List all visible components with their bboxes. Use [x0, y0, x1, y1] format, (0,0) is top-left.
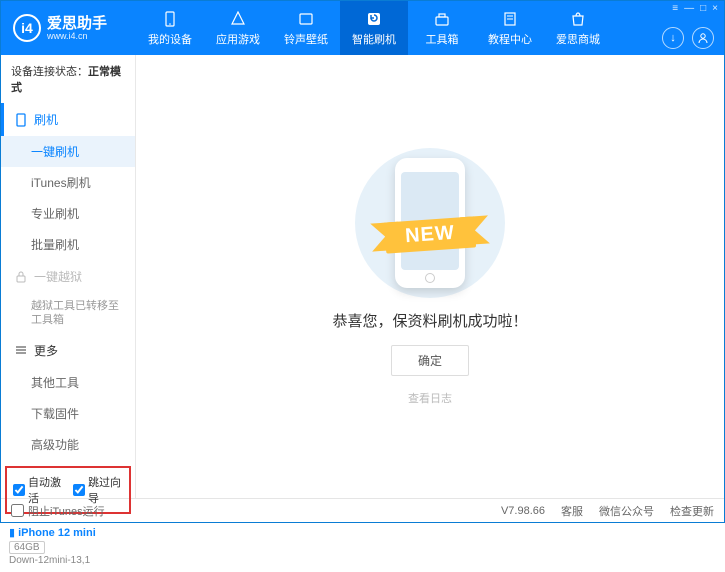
sidebar-item-download-firmware[interactable]: 下载固件 — [1, 398, 135, 429]
close-icon[interactable]: × — [712, 3, 718, 14]
nav-my-device[interactable]: 我的设备 — [136, 1, 204, 55]
wallpaper-icon — [297, 10, 315, 28]
ok-button[interactable]: 确定 — [391, 345, 469, 376]
nav-apps[interactable]: 应用游戏 — [204, 1, 272, 55]
sidebar-group-more[interactable]: 更多 — [1, 334, 135, 367]
book-icon — [501, 10, 519, 28]
titlebar: i4 爱思助手 www.i4.cn 我的设备 应用游戏 铃声壁纸 智能刷机 工具… — [1, 1, 724, 55]
checkbox-auto-activate[interactable]: 自动激活 — [13, 474, 63, 506]
nav-toolbox[interactable]: 工具箱 — [408, 1, 476, 55]
nav-smart-flash[interactable]: 智能刷机 — [340, 1, 408, 55]
app-url: www.i4.cn — [47, 31, 107, 41]
sidebar: 设备连接状态：正常模式 刷机 一键刷机 iTunes刷机 专业刷机 批量刷机 一… — [1, 55, 136, 498]
device-icon: ▮ — [9, 527, 15, 539]
maximize-icon[interactable]: □ — [700, 3, 706, 14]
toolbox-icon — [433, 10, 451, 28]
checkbox-block-itunes[interactable]: 阻止iTunes运行 — [11, 503, 105, 519]
device-icon — [161, 10, 179, 28]
connection-status: 设备连接状态：正常模式 — [1, 55, 135, 103]
flash-icon — [365, 10, 383, 28]
app-logo: i4 爱思助手 www.i4.cn — [1, 14, 136, 42]
jailbreak-note: 越狱工具已转移至 工具箱 — [1, 293, 135, 334]
nav-tutorials[interactable]: 教程中心 — [476, 1, 544, 55]
more-icon — [14, 343, 28, 357]
success-message: 恭喜您，保资料刷机成功啦！ — [332, 310, 527, 331]
device-name: iPhone 12 mini — [18, 527, 96, 539]
sidebar-item-one-click-flash[interactable]: 一键刷机 — [1, 136, 135, 167]
logo-icon: i4 — [13, 14, 41, 42]
checkbox-skip-guide[interactable]: 跳过向导 — [73, 474, 123, 506]
sidebar-group-jailbreak[interactable]: 一键越狱 — [1, 260, 135, 293]
nav-ringtones[interactable]: 铃声壁纸 — [272, 1, 340, 55]
version-label: V7.98.66 — [501, 505, 545, 517]
view-log-link[interactable]: 查看日志 — [408, 390, 452, 406]
apps-icon — [229, 10, 247, 28]
success-illustration: NEW — [355, 148, 505, 298]
device-info[interactable]: ▮ iPhone 12 mini 64GB Down-12mini-13,1 — [1, 520, 135, 572]
support-link[interactable]: 客服 — [561, 503, 583, 519]
device-storage: 64GB — [9, 541, 45, 554]
minimize-icon[interactable]: — — [684, 3, 694, 14]
download-button[interactable]: ↓ — [662, 27, 684, 49]
sidebar-item-advanced[interactable]: 高级功能 — [1, 429, 135, 460]
window-controls: ≡ — □ × — [672, 3, 718, 14]
sidebar-group-flash[interactable]: 刷机 — [1, 103, 135, 136]
settings-icon[interactable]: ≡ — [672, 3, 678, 14]
sidebar-item-itunes-flash[interactable]: iTunes刷机 — [1, 167, 135, 198]
sidebar-item-other-tools[interactable]: 其他工具 — [1, 367, 135, 398]
sidebar-item-pro-flash[interactable]: 专业刷机 — [1, 198, 135, 229]
main-panel: NEW 恭喜您，保资料刷机成功啦！ 确定 查看日志 — [136, 55, 724, 498]
new-ribbon: NEW — [384, 216, 476, 253]
store-icon — [569, 10, 587, 28]
user-button[interactable] — [692, 27, 714, 49]
sidebar-item-batch-flash[interactable]: 批量刷机 — [1, 229, 135, 260]
app-name: 爱思助手 — [47, 16, 107, 31]
top-nav: 我的设备 应用游戏 铃声壁纸 智能刷机 工具箱 教程中心 爱思商城 — [136, 1, 612, 55]
check-update-link[interactable]: 检查更新 — [670, 503, 714, 519]
phone-icon — [14, 113, 28, 127]
device-model: Down-12mini-13,1 — [9, 555, 90, 566]
nav-store[interactable]: 爱思商城 — [544, 1, 612, 55]
lock-icon — [14, 270, 28, 284]
wechat-link[interactable]: 微信公众号 — [599, 503, 654, 519]
